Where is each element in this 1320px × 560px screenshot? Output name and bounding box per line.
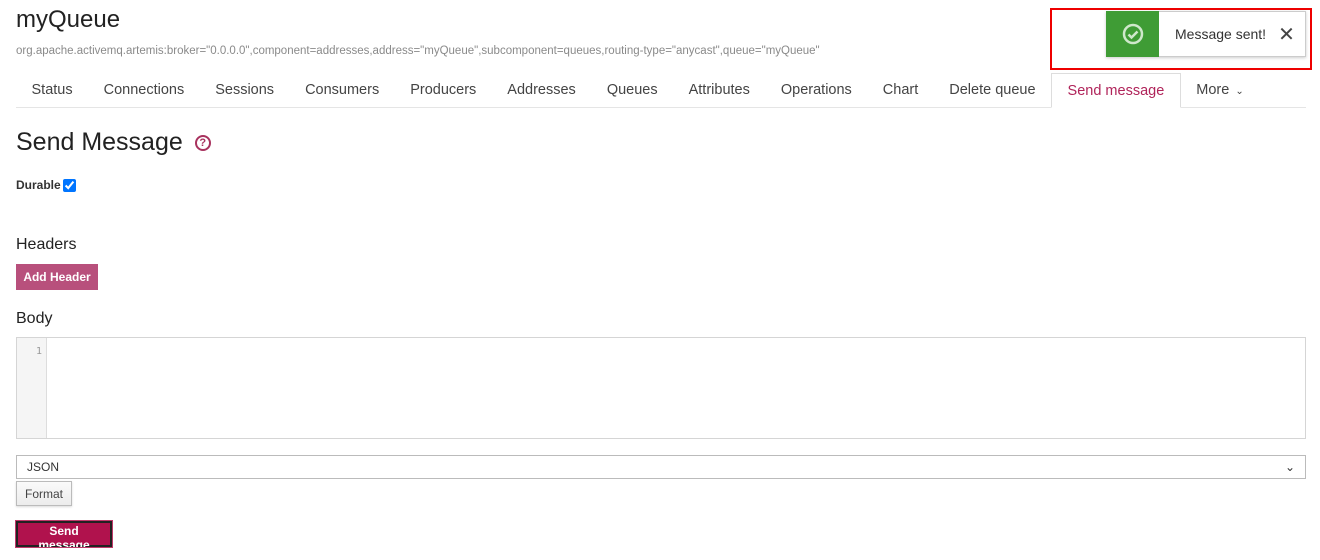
durable-checkbox[interactable] [62,178,76,192]
durable-label: Durable [16,178,61,192]
headers-label: Headers [16,236,77,253]
tab-more-label: More [1196,82,1230,98]
toast-notification: Message sent! ✕ [1106,11,1306,57]
tab-delete-queue[interactable]: Delete queue [934,73,1051,107]
tab-addresses[interactable]: Addresses [492,73,592,107]
check-circle-icon [1106,11,1159,57]
tab-attributes[interactable]: Attributes [673,73,765,107]
chevron-down-icon: ⌄ [1235,86,1244,97]
tab-more[interactable]: More ⌄ [1181,73,1259,107]
tab-consumers[interactable]: Consumers [290,73,395,107]
body-editor[interactable]: 1 [16,337,1306,439]
tab-sessions[interactable]: Sessions [200,73,290,107]
add-header-button[interactable]: Add Header [16,264,98,290]
page-title: myQueue [16,6,121,33]
tab-send-message[interactable]: Send message [1051,73,1181,108]
tab-status[interactable]: Status [16,73,88,107]
format-button[interactable]: Format [16,481,72,506]
send-message-button[interactable]: Send message [15,520,113,552]
line-number-gutter: 1 [17,338,47,438]
section-heading: Send Message? [16,128,211,157]
body-label: Body [16,310,53,327]
tab-chart[interactable]: Chart [867,73,933,107]
durable-field: Durable [16,178,76,192]
tab-producers[interactable]: Producers [395,73,492,107]
mbean-name: org.apache.activemq.artemis:broker="0.0.… [16,45,820,57]
format-select[interactable]: JSON ⌄ [16,455,1306,479]
section-heading-text: Send Message [16,128,183,156]
tab-connections[interactable]: Connections [88,73,200,107]
tab-queues[interactable]: Queues [591,73,673,107]
chevron-down-icon: ⌄ [1284,460,1295,474]
toast-message: Message sent! [1175,26,1267,42]
help-icon[interactable]: ? [194,134,211,151]
tab-operations[interactable]: Operations [765,73,867,107]
close-icon[interactable]: ✕ [1278,22,1295,47]
tab-bar: Status Connections Sessions Consumers Pr… [16,73,1306,108]
format-select-value: JSON [27,460,60,474]
